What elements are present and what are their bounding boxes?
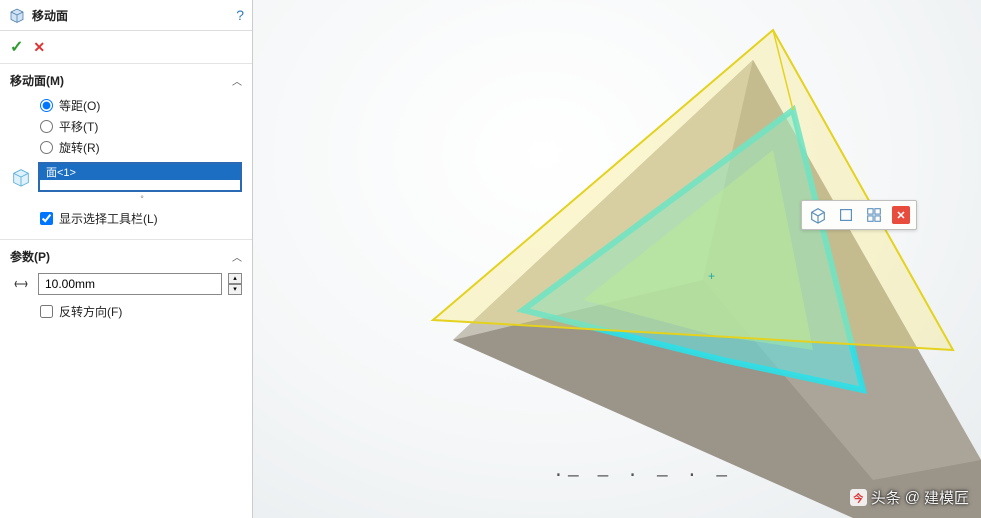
params-section: 参数(P) ︿ ▴ ▾ 反转方向(F)	[0, 240, 252, 332]
show-toolbar-input[interactable]	[40, 212, 53, 225]
show-toolbar-check[interactable]: 显示选择工具栏(L)	[10, 208, 242, 229]
radio-offset[interactable]: 等距(O)	[10, 95, 242, 116]
axis-ground-icon: ·— — · — · —	[553, 465, 731, 486]
radio-rotate-label: 旋转(R)	[59, 139, 100, 156]
move-face-icon	[8, 6, 26, 24]
list-grip-icon: °	[44, 194, 242, 204]
context-toolbar: ✕	[801, 200, 917, 230]
watermark-icon: 今	[850, 489, 867, 506]
watermark-author: 建模匠	[924, 487, 969, 508]
radio-rotate[interactable]: 旋转(R)	[10, 137, 242, 158]
radio-rotate-input[interactable]	[40, 141, 53, 154]
show-toolbar-label: 显示选择工具栏(L)	[59, 210, 158, 227]
move-face-heading-label: 移动面(M)	[10, 72, 64, 89]
graphics-viewport[interactable]: + ✕ ·— — · — · — 今 头条 @建模匠	[253, 0, 981, 518]
move-face-section: 移动面(M) ︿ 等距(O) 平移(T) 旋转(R) ° 显示选择工具栏(L)	[0, 64, 252, 240]
chevron-up-icon: ︿	[232, 249, 242, 264]
reverse-check[interactable]: 反转方向(F)	[10, 301, 242, 322]
radio-offset-input[interactable]	[40, 99, 53, 112]
radio-translate-input[interactable]	[40, 120, 53, 133]
face-selection-row	[10, 162, 242, 192]
panel-title: 移动面	[32, 7, 236, 24]
ok-button[interactable]: ✓	[10, 37, 23, 57]
spin-up[interactable]: ▴	[228, 273, 242, 284]
radio-translate-label: 平移(T)	[59, 118, 98, 135]
watermark-prefix: 头条	[871, 487, 901, 508]
panel-header: 移动面 ?	[0, 0, 252, 31]
spin-down[interactable]: ▾	[228, 284, 242, 295]
params-heading[interactable]: 参数(P) ︿	[10, 246, 242, 271]
watermark: 今 头条 @建模匠	[850, 487, 969, 508]
radio-offset-label: 等距(O)	[59, 97, 100, 114]
params-heading-label: 参数(P)	[10, 248, 50, 265]
face-list[interactable]	[38, 162, 242, 192]
view-multi-icon[interactable]	[864, 205, 884, 225]
reverse-input[interactable]	[40, 305, 53, 318]
confirm-cancel-row: ✓ ✕	[0, 31, 252, 64]
feature-panel: 移动面 ? ✓ ✕ 移动面(M) ︿ 等距(O) 平移(T) 旋转(R)	[0, 0, 253, 518]
distance-spinner: ▴ ▾	[228, 273, 242, 295]
face-select-icon	[10, 166, 32, 188]
watermark-at: @	[905, 489, 920, 506]
cancel-button[interactable]: ✕	[33, 39, 45, 56]
move-face-heading[interactable]: 移动面(M) ︿	[10, 70, 242, 95]
view-iso-icon[interactable]	[808, 205, 828, 225]
face-item[interactable]	[40, 164, 240, 180]
context-close-icon[interactable]: ✕	[892, 206, 910, 224]
chevron-up-icon: ︿	[232, 73, 242, 88]
radio-translate[interactable]: 平移(T)	[10, 116, 242, 137]
view-single-icon[interactable]	[836, 205, 856, 225]
distance-row: ▴ ▾	[10, 273, 242, 295]
reverse-label: 反转方向(F)	[59, 303, 122, 320]
distance-input[interactable]	[38, 273, 222, 295]
help-icon[interactable]: ?	[236, 7, 244, 23]
svg-text:+: +	[708, 269, 715, 283]
model-svg: +	[253, 0, 981, 518]
distance-icon	[10, 273, 32, 295]
